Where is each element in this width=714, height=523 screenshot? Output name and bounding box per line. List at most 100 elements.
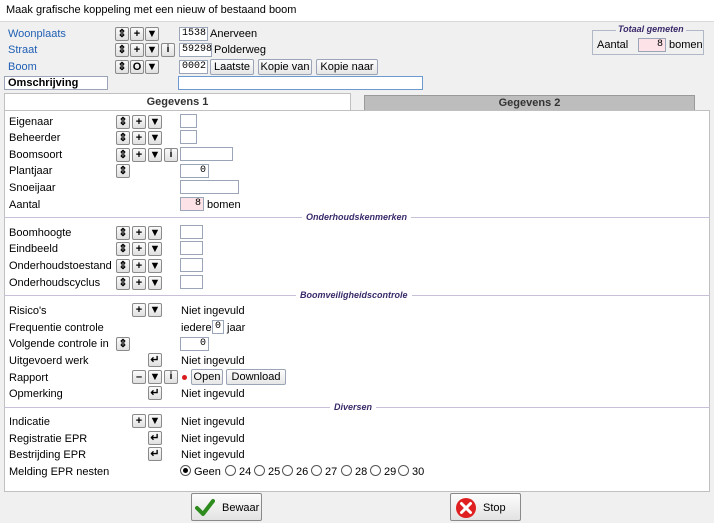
woonplaats-label[interactable]: Woonplaats <box>8 28 66 40</box>
eigenaar-field[interactable] <box>180 114 197 128</box>
volgende-stepper[interactable]: ⇕ <box>116 337 130 351</box>
straat-add-button[interactable]: + <box>130 43 144 57</box>
melding-radio-26[interactable] <box>282 465 293 476</box>
opmerking-enter-button[interactable]: ↵ <box>148 386 162 400</box>
onderhoudstoestand-field[interactable] <box>180 258 203 272</box>
aantal-field[interactable]: 8 <box>180 197 204 211</box>
melding-radio-29[interactable] <box>370 465 381 476</box>
rapport-open-button[interactable]: Open <box>191 369 223 385</box>
straat-stepper[interactable]: ⇕ <box>115 43 129 57</box>
eigenaar-stepper[interactable]: ⇕ <box>116 115 130 129</box>
plantjaar-stepper[interactable]: ⇕ <box>116 164 130 178</box>
frequentie-prefix: iedere <box>181 322 212 334</box>
indicatie-dropdown-button[interactable]: ▼ <box>148 414 162 428</box>
rapport-label: Rapport <box>9 372 49 384</box>
beheerder-add-button[interactable]: + <box>132 131 146 145</box>
onderhoudstoestand-dropdown-button[interactable]: ▼ <box>148 259 162 273</box>
risicos-add-button[interactable]: + <box>132 303 146 317</box>
woonplaats-dropdown-button[interactable]: ▼ <box>145 27 159 41</box>
melding-option-label: 27 <box>325 466 338 478</box>
eindbeeld-stepper[interactable]: ⇕ <box>116 242 130 256</box>
boom-code-field[interactable]: 0002 <box>179 60 208 74</box>
tab-gegevens-1[interactable]: Gegevens 1 <box>4 93 351 111</box>
melding-option-label: 30 <box>412 466 425 478</box>
straat-info-button[interactable]: i <box>161 43 175 57</box>
kopie-naar-button[interactable]: Kopie naar <box>316 59 378 75</box>
straat-code-field[interactable]: 59298 <box>179 43 212 57</box>
melding-radio-30[interactable] <box>398 465 409 476</box>
totaal-value: 8 <box>638 38 666 52</box>
laatste-button[interactable]: Laatste <box>210 59 254 75</box>
bestrijding-value: Niet ingevuld <box>181 449 245 461</box>
boomhoogte-stepper[interactable]: ⇕ <box>116 226 130 240</box>
eigenaar-dropdown-button[interactable]: ▼ <box>148 115 162 129</box>
tab-gegevens-2[interactable]: Gegevens 2 <box>364 95 695 111</box>
melding-label: Melding EPR nesten <box>9 466 110 478</box>
onderhoudstoestand-add-button[interactable]: + <box>132 259 146 273</box>
frequentie-field[interactable]: 0 <box>212 320 224 334</box>
rapport-download-button[interactable]: Download <box>226 369 286 385</box>
eindbeeld-label: Eindbeeld <box>9 243 58 255</box>
woonplaats-code-field[interactable]: 1538 <box>179 27 208 41</box>
eigenaar-add-button[interactable]: + <box>132 115 146 129</box>
eindbeeld-add-button[interactable]: + <box>132 242 146 256</box>
omschrijving-label: Omschrijving <box>4 76 108 90</box>
plantjaar-field[interactable]: 0 <box>180 164 209 178</box>
beheerder-dropdown-button[interactable]: ▼ <box>148 131 162 145</box>
risicos-dropdown-button[interactable]: ▼ <box>148 303 162 317</box>
boomhoogte-label: Boomhoogte <box>9 227 72 239</box>
melding-option-label: 28 <box>355 466 368 478</box>
eindbeeld-field[interactable] <box>180 241 203 255</box>
boomsoort-add-button[interactable]: + <box>132 148 146 162</box>
indicatie-value: Niet ingevuld <box>181 416 245 428</box>
onderhoudscyclus-stepper[interactable]: ⇕ <box>116 276 130 290</box>
boomhoogte-dropdown-button[interactable]: ▼ <box>148 226 162 240</box>
omschrijving-input[interactable] <box>178 76 423 90</box>
frequentie-suffix: jaar <box>227 322 246 334</box>
boomsoort-stepper[interactable]: ⇕ <box>116 148 130 162</box>
woonplaats-add-button[interactable]: + <box>130 27 144 41</box>
straat-dropdown-button[interactable]: ▼ <box>145 43 159 57</box>
melding-radio-27[interactable] <box>311 465 322 476</box>
melding-radio-geen[interactable] <box>180 465 191 476</box>
eindbeeld-dropdown-button[interactable]: ▼ <box>148 242 162 256</box>
melding-radio-24[interactable] <box>225 465 236 476</box>
volgende-field[interactable]: 0 <box>180 337 209 351</box>
totaal-label: Aantal <box>597 39 629 51</box>
snoeijaar-label: Snoeijaar <box>9 182 56 194</box>
title-bar: Maak grafische koppeling met een nieuw o… <box>0 0 714 22</box>
beheerder-field[interactable] <box>180 130 197 144</box>
registratie-enter-button[interactable]: ↵ <box>148 431 162 445</box>
uitgevoerd-enter-button[interactable]: ↵ <box>148 353 162 367</box>
boomsoort-info-button[interactable]: i <box>164 148 178 162</box>
onderhoudscyclus-field[interactable] <box>180 275 203 289</box>
straat-label[interactable]: Straat <box>8 44 37 56</box>
boom-label[interactable]: Boom <box>8 61 37 73</box>
onderhoudstoestand-stepper[interactable]: ⇕ <box>116 259 130 273</box>
boomsoort-dropdown-button[interactable]: ▼ <box>148 148 162 162</box>
rapport-remove-button[interactable]: – <box>132 370 146 384</box>
bestrijding-enter-button[interactable]: ↵ <box>148 447 162 461</box>
stop-icon <box>456 498 476 518</box>
risicos-label: Risico's <box>9 305 47 317</box>
boomhoogte-field[interactable] <box>180 225 203 239</box>
bewaar-button[interactable]: Bewaar <box>191 493 262 521</box>
onderhoudscyclus-add-button[interactable]: + <box>132 276 146 290</box>
boom-stepper[interactable]: ⇕ <box>115 60 129 74</box>
rapport-dropdown-button[interactable]: ▼ <box>148 370 162 384</box>
rapport-info-button[interactable]: i <box>164 370 178 384</box>
kopie-van-button[interactable]: Kopie van <box>258 59 312 75</box>
melding-radio-28[interactable] <box>341 465 352 476</box>
onderhoudscyclus-dropdown-button[interactable]: ▼ <box>148 276 162 290</box>
boom-open-button[interactable]: O <box>130 60 144 74</box>
beheerder-stepper[interactable]: ⇕ <box>116 131 130 145</box>
snoeijaar-field[interactable] <box>180 180 239 194</box>
melding-radio-25[interactable] <box>254 465 265 476</box>
bestrijding-label: Bestrijding EPR <box>9 449 87 461</box>
boom-dropdown-button[interactable]: ▼ <box>145 60 159 74</box>
woonplaats-stepper[interactable]: ⇕ <box>115 27 129 41</box>
boomsoort-field[interactable] <box>180 147 233 161</box>
stop-button[interactable]: Stop <box>450 493 521 521</box>
boomhoogte-add-button[interactable]: + <box>132 226 146 240</box>
indicatie-add-button[interactable]: + <box>132 414 146 428</box>
